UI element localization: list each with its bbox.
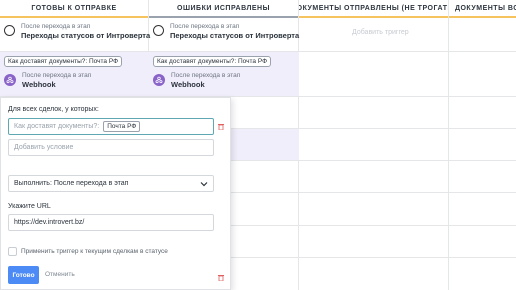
column-color-bar [299,16,448,18]
trigger-caption: После перехода в этап [171,72,241,79]
empty-circle-icon [4,25,15,36]
trigger-webhook[interactable]: После перехода в этап Webhook [4,71,91,89]
row-divider [231,192,516,193]
trash-icon[interactable] [218,123,224,130]
for-all-deals-label: Для всех сделок, у которых: [8,106,99,113]
trigger-caption: После перехода в этап [170,23,240,30]
cancel-button[interactable]: Отменить [45,271,75,278]
active-trigger-highlight [231,129,299,160]
column-color-bar [149,16,298,18]
webhook-icon [4,74,16,86]
trigger-caption: После перехода в этап [21,23,91,30]
execute-select-value: Выполнить: После перехода в этап [14,180,129,187]
url-input-value: https://dev.introvert.bz/ [14,219,85,226]
chevron-down-icon [200,182,208,187]
trigger-caption: После перехода в этап [22,72,92,79]
row-divider [231,257,516,258]
condition-chip[interactable]: Как доставят документы?: Почта РФ [4,56,123,67]
column-header: ДОКУМЕНТЫ ВОЗВ [455,4,516,12]
apply-to-current-label: Применить триггер к текущим сделкам в ст… [21,248,168,255]
condition-chip[interactable]: Как доставят документы?: Почта РФ [153,56,272,67]
trigger-status-transitions[interactable]: После перехода в этап Переходы статусов … [4,22,150,40]
trigger-status-transitions[interactable]: После перехода в этап Переходы статусов … [153,22,299,40]
add-condition-placeholder: Добавить условие [14,144,74,151]
pipeline-board: ГОТОВЫ К ОТПРАВКЕ ОШИБКИ ИСПРАВЛЕНЫ ДОКУ… [0,0,516,290]
done-button[interactable]: Готово [8,266,39,284]
trigger-title: Webhook [171,80,205,89]
column-header: ГОТОВЫ К ОТПРАВКЕ [31,4,117,12]
trigger-title: Переходы статусов от Интроверта [21,31,151,40]
condition-field-label: Как доставят документы?: [14,123,100,130]
column-header: ОШИБКИ ИСПРАВЛЕНЫ [177,4,270,12]
trigger-title: Webhook [22,80,56,89]
execute-select[interactable]: Выполнить: После перехода в этап [8,175,214,192]
webhook-icon [153,74,165,86]
condition-field[interactable]: Как доставят документы?: Почта РФ [8,118,214,135]
column-color-bar [0,16,148,18]
trash-icon[interactable] [218,274,224,281]
column-header: ДОКУМЕНТЫ ОТПРАВЛЕНЫ (НЕ ТРОГАТЬ) [299,4,448,12]
row-divider [231,225,516,226]
url-input[interactable]: https://dev.introvert.bz/ [8,214,214,231]
add-condition-input[interactable]: Добавить условие [8,139,214,156]
column-documents-returned: ДОКУМЕНТЫ ВОЗВ [449,0,516,290]
webhook-settings-panel: Для всех сделок, у которых: Как доставят… [0,97,231,290]
url-label: Укажите URL [8,203,51,210]
empty-circle-icon [153,25,164,36]
trigger-title: Переходы статусов от Интроверта [170,31,300,40]
add-trigger-ghost[interactable]: Добавить триггер [352,29,409,36]
condition-value-chip[interactable]: Почта РФ [103,121,141,132]
column-documents-sent: ДОКУМЕНТЫ ОТПРАВЛЕНЫ (НЕ ТРОГАТЬ) [299,0,449,290]
apply-to-current-checkbox[interactable] [8,247,17,256]
column-color-bar [449,16,516,18]
trigger-webhook[interactable]: После перехода в этап Webhook [153,71,240,89]
row-divider [231,160,516,161]
